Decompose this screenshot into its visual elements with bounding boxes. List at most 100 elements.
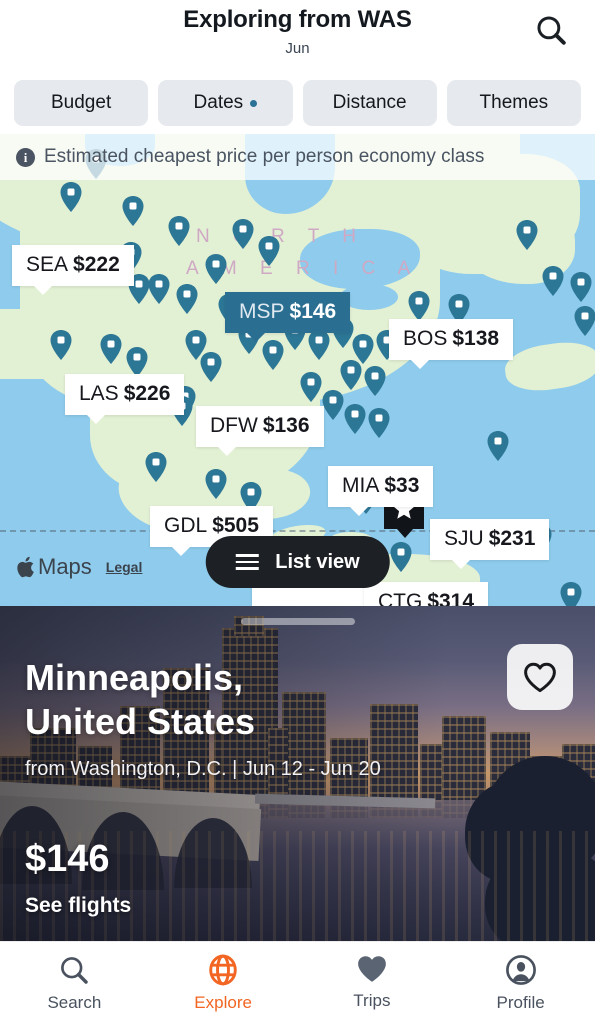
apple-logo-icon xyxy=(17,556,34,578)
destination-meta: from Washington, D.C. | Jun 12 - Jun 20 xyxy=(25,758,381,780)
price-value: $226 xyxy=(123,382,171,405)
airport-code: MIA xyxy=(342,474,380,497)
airport-code: SJU xyxy=(444,527,484,550)
airport-code: MSP xyxy=(239,300,285,323)
map-pin[interactable] xyxy=(308,330,330,360)
heart-icon xyxy=(358,956,386,982)
heart-outline-icon xyxy=(524,662,556,692)
app-header: Exploring from WAS Jun xyxy=(0,0,595,72)
tab-label: Trips xyxy=(353,991,391,1010)
map-pin[interactable] xyxy=(258,236,280,266)
map-pin[interactable] xyxy=(542,266,564,296)
bottom-tab-bar: Search Explore Trips Profile xyxy=(0,941,595,1024)
price-value: $222 xyxy=(73,253,120,276)
tab-explore[interactable]: Explore xyxy=(149,954,298,1013)
map-pin[interactable] xyxy=(300,372,322,402)
filter-chip-dates[interactable]: Dates xyxy=(158,80,293,126)
tab-trips[interactable]: Trips xyxy=(298,954,447,1011)
page-subtitle: Jun xyxy=(285,40,310,57)
price-value: $505 xyxy=(212,514,259,537)
price-label-mia[interactable]: MIA $33 xyxy=(328,466,434,517)
map-pin[interactable] xyxy=(60,182,82,212)
map-pin[interactable] xyxy=(368,408,390,438)
airport-code: GDL xyxy=(164,514,208,537)
map-pin[interactable] xyxy=(344,404,366,434)
map-pin[interactable] xyxy=(574,306,595,336)
map-pin[interactable] xyxy=(100,334,122,364)
search-icon[interactable] xyxy=(529,8,573,52)
map-pin[interactable] xyxy=(232,219,254,249)
list-view-label: List view xyxy=(275,550,360,573)
map-pin[interactable] xyxy=(200,352,222,382)
price-label-sju[interactable]: SJU $231 xyxy=(430,519,550,570)
filter-chip-row: Budget Dates Distance Themes xyxy=(0,72,595,134)
info-icon: i xyxy=(16,147,35,167)
filter-chip-label: Themes xyxy=(479,92,549,113)
map-pin[interactable] xyxy=(205,469,227,499)
see-flights-link[interactable]: See flights xyxy=(25,894,131,918)
airport-code: CTG xyxy=(378,590,423,606)
map-pin[interactable] xyxy=(487,431,509,461)
map-pin[interactable] xyxy=(570,272,592,302)
map-pin[interactable] xyxy=(340,360,362,390)
price-label-partial[interactable] xyxy=(252,586,382,606)
price-label-dfw[interactable]: DFW $136 xyxy=(196,406,324,457)
map-pin[interactable] xyxy=(145,452,167,482)
favorite-button[interactable] xyxy=(507,644,573,710)
map-pin[interactable] xyxy=(168,216,190,246)
continent-label: N O R T H xyxy=(196,226,365,247)
map-pin[interactable] xyxy=(364,366,386,396)
price-label-las[interactable]: LAS $226 xyxy=(65,374,185,425)
price-value: $314 xyxy=(427,590,475,606)
map-attribution: Maps Legal xyxy=(16,554,142,580)
airport-code: LAS xyxy=(79,382,119,405)
person-icon xyxy=(505,955,536,985)
airport-code: SEA xyxy=(26,253,69,276)
price-value: $231 xyxy=(488,527,536,550)
destination-city: Minneapolis, xyxy=(25,657,244,698)
price-label-sea[interactable]: SEA $222 xyxy=(12,245,134,296)
airport-code: DFW xyxy=(210,414,258,437)
tab-label: Explore xyxy=(194,993,252,1012)
map-pin[interactable] xyxy=(560,582,582,606)
map-pin[interactable] xyxy=(50,330,72,360)
price-label-msp[interactable]: MSP $146 xyxy=(225,292,351,343)
filter-chip-themes[interactable]: Themes xyxy=(446,80,581,126)
map-pin[interactable] xyxy=(408,291,430,321)
filter-chip-distance[interactable]: Distance xyxy=(302,80,437,126)
map-pin[interactable] xyxy=(262,340,284,370)
explore-screen: Exploring from WAS Jun Budget Dates Dist… xyxy=(0,0,595,1024)
search-icon xyxy=(61,957,89,984)
hamburger-icon xyxy=(235,554,259,570)
info-banner: i Estimated cheapest price per person ec… xyxy=(0,134,595,180)
list-view-button[interactable]: List view xyxy=(205,536,390,588)
globe-icon xyxy=(209,954,237,986)
tab-search[interactable]: Search xyxy=(0,954,149,1013)
price-value: $136 xyxy=(262,414,310,437)
filter-chip-label: Dates xyxy=(193,92,244,113)
filter-chip-budget[interactable]: Budget xyxy=(14,80,149,126)
apple-maps-logo: Maps xyxy=(16,554,92,580)
filter-chip-label: Budget xyxy=(51,92,112,113)
price-label-bos[interactable]: BOS $138 xyxy=(389,319,514,370)
map-pin[interactable] xyxy=(126,347,148,377)
tab-profile[interactable]: Profile xyxy=(446,954,595,1013)
tab-label: Profile xyxy=(496,993,545,1012)
drag-handle[interactable] xyxy=(240,618,355,625)
price-value: $146 xyxy=(289,300,337,323)
map-pin[interactable] xyxy=(122,196,144,226)
map-pin[interactable] xyxy=(176,284,198,314)
airport-code: BOS xyxy=(403,327,448,350)
filter-chip-label: Distance xyxy=(332,92,407,113)
map-pin[interactable] xyxy=(390,542,412,572)
map-legal-link[interactable]: Legal xyxy=(106,559,143,575)
map-pin[interactable] xyxy=(322,390,344,420)
map-view[interactable]: N O R T H A M E R I C A SEA $222 MSP $14… xyxy=(0,134,595,606)
map-pin[interactable] xyxy=(148,274,170,304)
map-pin[interactable] xyxy=(516,220,538,250)
info-banner-text: Estimated cheapest price per person econ… xyxy=(44,146,485,167)
destination-card[interactable]: Minneapolis, United States from Washingt… xyxy=(0,606,595,941)
price-label-ctg[interactable]: CTG $314 xyxy=(364,582,489,606)
destination-country: United States xyxy=(25,700,256,742)
map-pin[interactable] xyxy=(205,254,227,284)
